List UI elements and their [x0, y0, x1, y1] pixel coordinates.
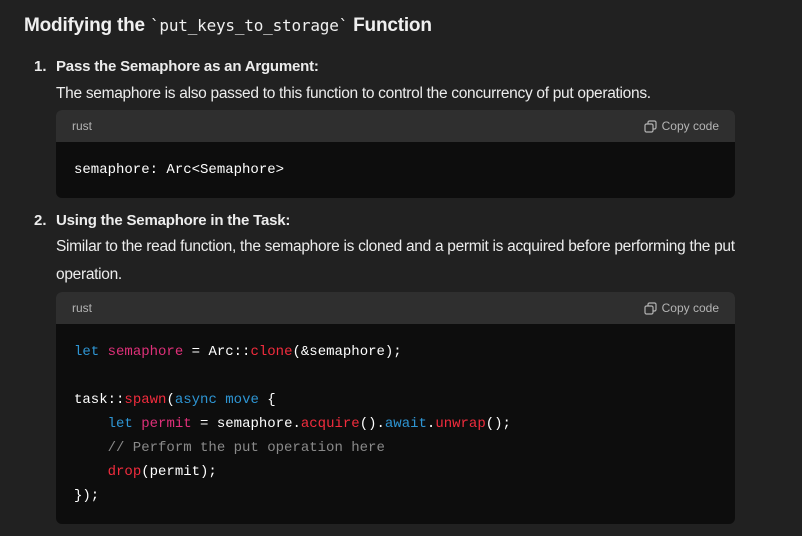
item-text: Similar to the read function, the semaph… [56, 238, 735, 283]
code-token: let [74, 344, 100, 360]
code-line: let semaphore = Arc::clone(&semaphore); [74, 340, 717, 364]
code-token: // Perform the put operation here [74, 440, 385, 456]
heading-text: Function [348, 15, 432, 36]
code-block: rust Copy code semaphore: Arc<Semaphore> [56, 110, 735, 198]
code-token: (). [359, 416, 385, 432]
copy-label: Copy code [661, 119, 719, 133]
code-language: rust [72, 119, 93, 133]
code-token: spawn [124, 392, 167, 408]
code-body: let semaphore = Arc::clone(&semaphore); … [56, 324, 735, 524]
code-line: task::spawn(async move { [74, 388, 717, 412]
code-token: (permit); [141, 464, 217, 480]
code-line: drop(permit); [74, 460, 717, 484]
code-header: rust Copy code [56, 292, 735, 324]
code-token: move [225, 392, 259, 408]
code-line: }); [74, 484, 717, 508]
heading-text: Modifying the [24, 15, 150, 36]
code-token: }); [74, 488, 100, 504]
code-token: clone [250, 344, 293, 360]
code-token: drop [107, 464, 142, 480]
item-title: Using the Semaphore in the Task: [56, 212, 291, 229]
copy-code-button[interactable]: Copy code [644, 119, 719, 133]
code-language: rust [72, 301, 93, 315]
code-token: unwrap [435, 416, 486, 432]
copy-icon [644, 119, 657, 133]
copy-label: Copy code [661, 301, 719, 315]
code-token: let [107, 416, 133, 432]
item-title: Pass the Semaphore as an Argument: [56, 58, 319, 75]
code-line: semaphore: Arc<Semaphore> [74, 158, 717, 182]
list-number: 1. [34, 58, 47, 75]
code-token: ( [166, 392, 175, 408]
copy-icon [644, 301, 657, 315]
code-token: (); [485, 416, 511, 432]
code-token: permit [141, 416, 192, 432]
code-line: // Perform the put operation here [74, 436, 717, 460]
code-token: semaphore: Arc<Semaphore> [74, 162, 285, 178]
code-token: acquire [300, 416, 360, 432]
copy-code-button[interactable]: Copy code [644, 301, 719, 315]
list-number: 2. [34, 212, 47, 229]
code-token: = Arc:: [183, 344, 251, 360]
code-token: task:: [74, 392, 125, 408]
code-token: (&semaphore); [292, 344, 402, 360]
code-token: async [174, 392, 217, 408]
code-token: semaphore [107, 344, 184, 360]
item-text: The semaphore is also passed to this fun… [56, 85, 651, 102]
code-token: await [384, 416, 427, 432]
code-line: let permit = semaphore.acquire().await.u… [74, 412, 717, 436]
heading-code: `put_keys_to_storage` [149, 16, 349, 35]
code-body: semaphore: Arc<Semaphore> [56, 142, 735, 198]
code-header: rust Copy code [56, 110, 735, 142]
code-block: rust Copy code let semaphore = Arc::clon… [56, 292, 735, 524]
code-token: { [258, 392, 276, 408]
code-token: = semaphore. [191, 416, 301, 432]
section-heading: Modifying the `put_keys_to_storage` Func… [24, 15, 432, 37]
